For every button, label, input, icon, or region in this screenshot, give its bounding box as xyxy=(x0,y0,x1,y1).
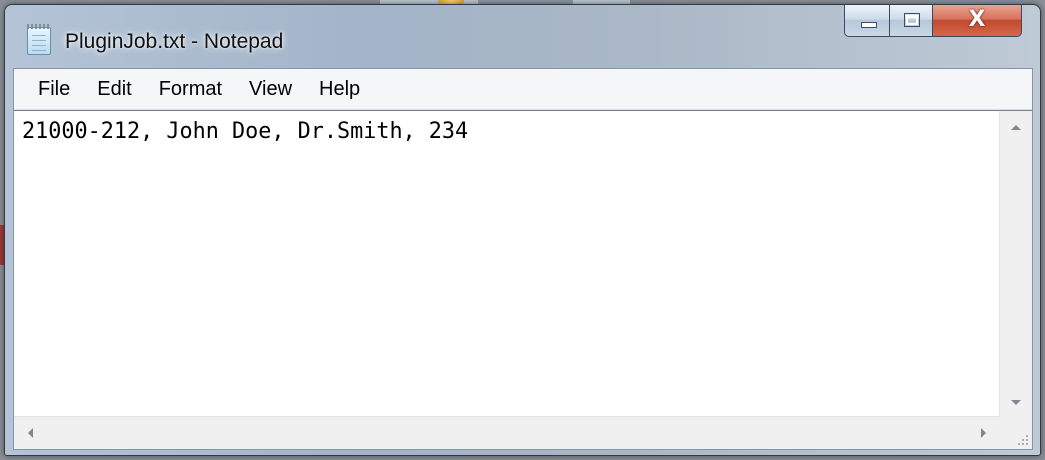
minimize-icon xyxy=(861,22,877,28)
scroll-left-arrow-icon[interactable] xyxy=(28,428,33,438)
notepad-window: PluginJob.txt - Notepad X File Edit Form… xyxy=(4,4,1041,456)
client-area: File Edit Format View Help 21000-212, Jo… xyxy=(13,68,1033,450)
scroll-up-arrow-icon[interactable] xyxy=(1011,125,1021,130)
maximize-icon xyxy=(904,13,920,27)
horizontal-scrollbar[interactable] xyxy=(14,416,1000,449)
window-title: PluginJob.txt - Notepad xyxy=(65,30,284,53)
minimize-button[interactable] xyxy=(844,5,890,37)
maximize-button[interactable] xyxy=(889,5,933,37)
menu-bar: File Edit Format View Help xyxy=(14,69,1032,110)
title-bar[interactable]: PluginJob.txt - Notepad X xyxy=(5,5,1040,65)
close-button[interactable]: X xyxy=(932,5,1022,37)
editor-text[interactable]: 21000-212, John Doe, Dr.Smith, 234 xyxy=(22,117,992,415)
vertical-scrollbar[interactable] xyxy=(999,111,1032,417)
menu-view[interactable]: View xyxy=(235,78,305,101)
menu-edit[interactable]: Edit xyxy=(83,78,144,101)
resize-grip-icon[interactable] xyxy=(1000,417,1032,449)
menu-format[interactable]: Format xyxy=(145,78,235,101)
scroll-down-arrow-icon[interactable] xyxy=(1011,400,1021,405)
close-icon: X xyxy=(968,7,986,32)
notepad-icon[interactable] xyxy=(27,24,51,55)
menu-file[interactable]: File xyxy=(24,78,83,101)
text-editor[interactable]: 21000-212, John Doe, Dr.Smith, 234 xyxy=(14,110,1032,449)
menu-help[interactable]: Help xyxy=(305,78,373,101)
scroll-right-arrow-icon[interactable] xyxy=(981,428,986,438)
